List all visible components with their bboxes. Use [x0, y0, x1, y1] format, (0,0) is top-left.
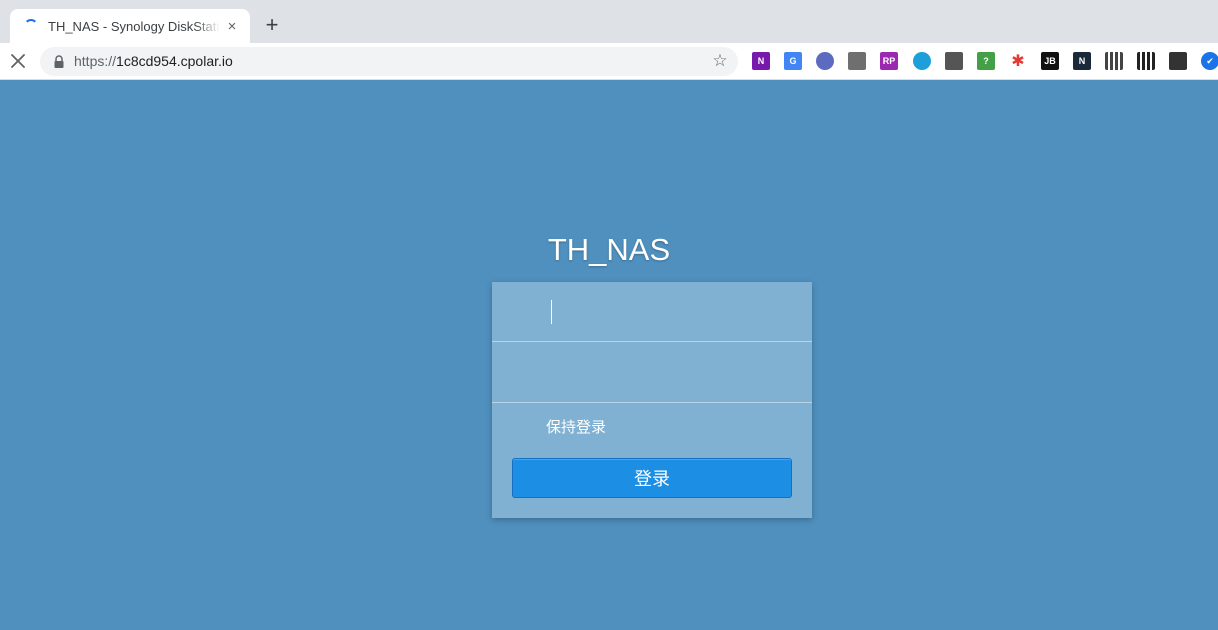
jetbrains-extension-glyph: JB — [1044, 56, 1056, 66]
dsm-login-page: TH_NAS 保持登录 登录 — [0, 80, 1218, 630]
browser-toolbar: https://1c8cd954.cpolar.io ☆ N G RP? ✱ JB N ✔ — [0, 43, 1218, 80]
username-row — [492, 282, 812, 342]
url-scheme: https:// — [74, 53, 117, 69]
asterisk-extension-glyph: ✱ — [1011, 53, 1025, 70]
url-text[interactable]: https://1c8cd954.cpolar.io — [74, 53, 233, 69]
onenote-extension-icon[interactable]: N — [752, 52, 770, 70]
close-tab-icon[interactable]: × — [224, 18, 240, 35]
onenote-extension-glyph: N — [757, 56, 765, 66]
axure-rp-extension-icon[interactable]: RP — [880, 52, 898, 70]
qr-code-extension-icon[interactable] — [1105, 52, 1123, 70]
checkmark-extension-icon[interactable]: ✔ — [1201, 52, 1218, 70]
google-translate-extension-glyph: G — [789, 56, 797, 66]
url-host: 1c8cd954.cpolar.io — [116, 53, 233, 69]
jetbrains-extension-icon[interactable]: JB — [1041, 52, 1059, 70]
notion-extension-icon[interactable]: N — [1073, 52, 1091, 70]
keep-login-checkbox-label[interactable]: 保持登录 — [546, 416, 606, 437]
loading-spinner-icon — [24, 19, 38, 33]
download-helper-extension-glyph: ? — [983, 56, 989, 66]
browser-tab-strip: TH_NAS - Synology DiskStation × + — [0, 0, 1218, 43]
login-panel: 保持登录 登录 — [492, 282, 812, 518]
checkmark-extension-glyph: ✔ — [1206, 55, 1214, 66]
microscope-extension-icon[interactable] — [945, 52, 963, 70]
close-icon — [11, 54, 25, 68]
download-helper-extension-icon[interactable]: ? — [977, 52, 995, 70]
notion-extension-glyph: N — [1078, 56, 1086, 66]
webpage-capture-extension-icon[interactable] — [816, 52, 834, 70]
login-button[interactable]: 登录 — [512, 458, 792, 498]
lock-icon[interactable] — [53, 55, 65, 69]
tab-title: TH_NAS - Synology DiskStation — [48, 18, 220, 34]
shield-extension-icon[interactable] — [1169, 52, 1187, 70]
google-translate-extension-icon[interactable]: G — [784, 52, 802, 70]
qr-code-2-extension-icon[interactable] — [1137, 52, 1155, 70]
tampermonkey-extension-icon[interactable] — [848, 52, 866, 70]
address-bar[interactable]: https://1c8cd954.cpolar.io ☆ — [40, 47, 738, 76]
asterisk-extension-icon[interactable]: ✱ — [1009, 52, 1027, 70]
sync-extension-icon[interactable] — [913, 52, 931, 70]
axure-rp-extension-glyph: RP — [882, 56, 896, 66]
nas-server-name: TH_NAS — [547, 232, 671, 267]
active-tab[interactable]: TH_NAS - Synology DiskStation × — [10, 9, 250, 43]
password-input[interactable] — [550, 343, 790, 402]
bookmark-star-icon[interactable]: ☆ — [711, 52, 729, 70]
username-input[interactable] — [550, 282, 790, 341]
new-tab-button[interactable]: + — [260, 12, 284, 37]
password-row — [492, 343, 812, 403]
stop-loading-button[interactable] — [6, 49, 30, 73]
text-caret — [551, 300, 552, 324]
